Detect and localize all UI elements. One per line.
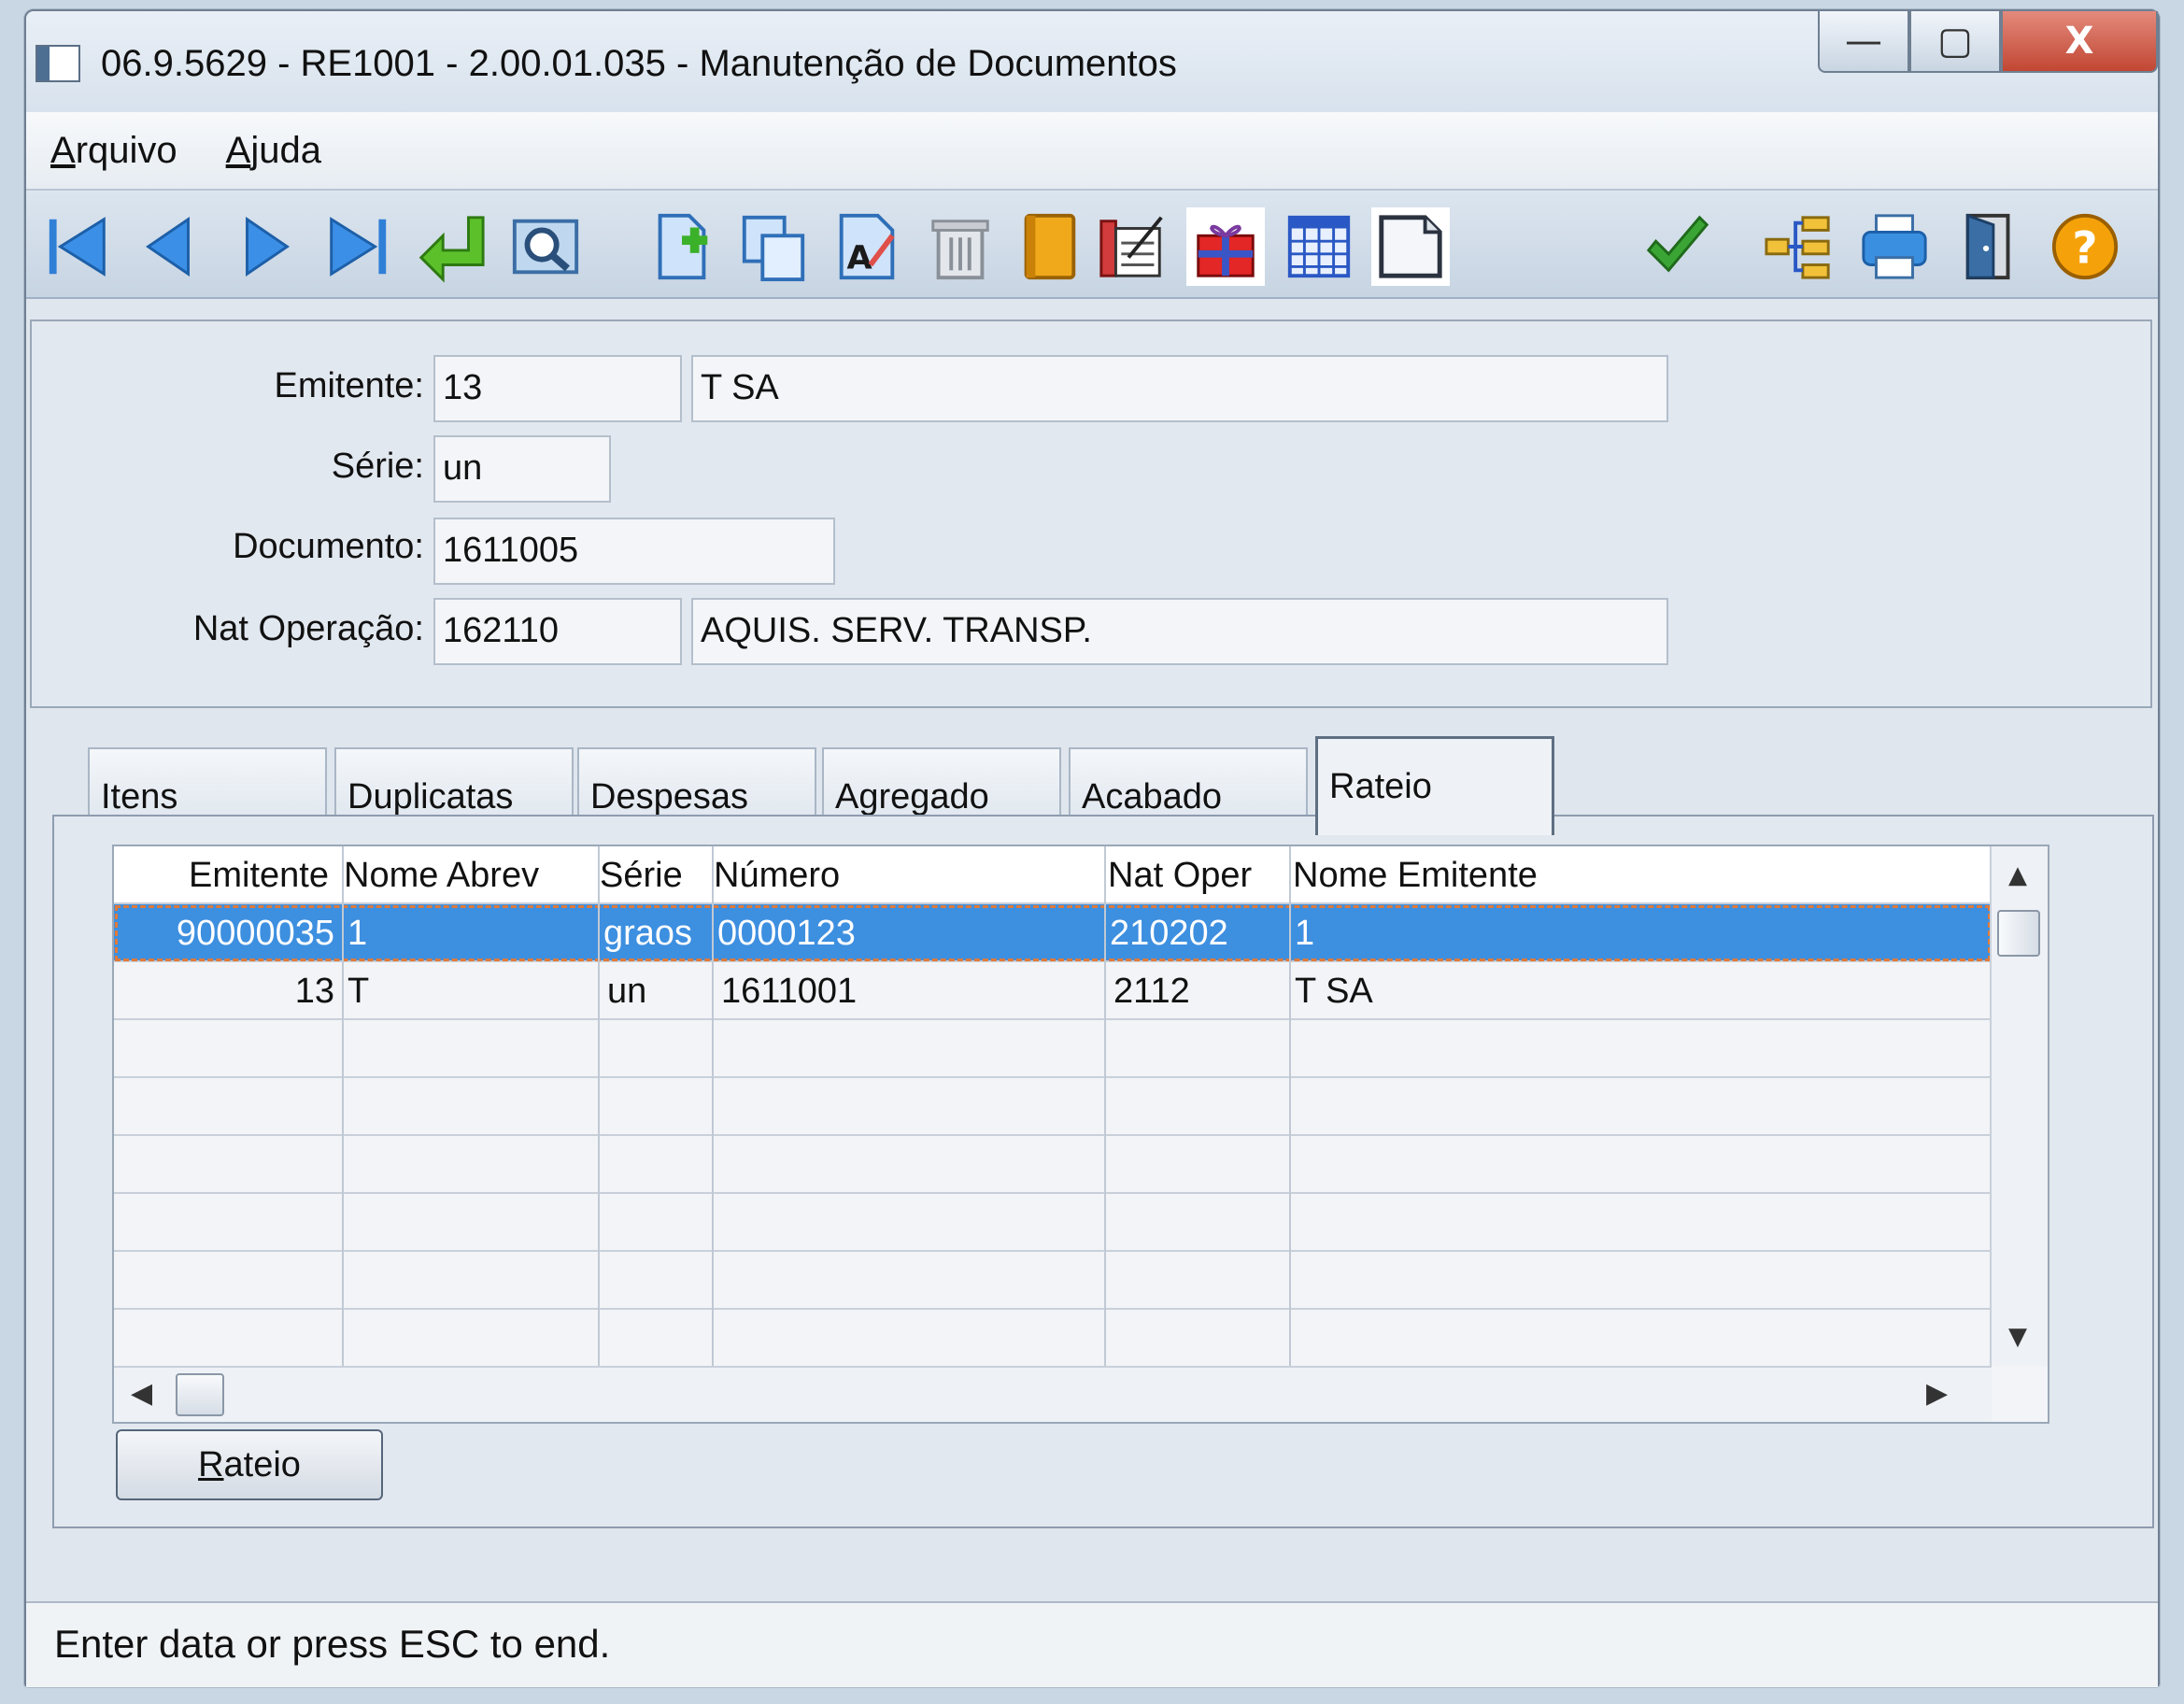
vertical-scroll-thumb[interactable] bbox=[1997, 910, 2040, 957]
tab-rateio[interactable]: Rateio bbox=[1315, 736, 1554, 835]
grid-body: 90000035 1 graos 0000123 210202 1 13 T u… bbox=[114, 904, 1992, 1368]
cell-emitente: 13 bbox=[294, 972, 334, 1011]
grid-icon[interactable] bbox=[1280, 207, 1358, 286]
cell-serie: un bbox=[607, 972, 647, 1011]
exit-icon[interactable] bbox=[1950, 207, 2029, 286]
emitente-name-field[interactable]: T SA bbox=[691, 355, 1668, 422]
delete-icon[interactable] bbox=[921, 207, 1000, 286]
emitente-label: Emitente: bbox=[274, 366, 424, 405]
toolbar: A ? bbox=[26, 192, 2158, 299]
column-header-numero[interactable]: Número bbox=[714, 856, 840, 896]
table-row[interactable] bbox=[114, 1136, 1992, 1194]
column-divider bbox=[712, 846, 714, 1366]
first-record-icon[interactable] bbox=[39, 207, 118, 286]
goto-icon[interactable] bbox=[411, 207, 489, 286]
document-header-panel: Emitente: 13 T SA Série: un Documento: 1… bbox=[30, 320, 2152, 708]
column-divider bbox=[342, 846, 344, 1366]
column-header-serie[interactable]: Série bbox=[600, 856, 683, 896]
table-row[interactable] bbox=[114, 1194, 1992, 1252]
notes-icon[interactable] bbox=[1093, 207, 1171, 286]
grid-header: Emitente Nome Abrev Série Número Nat Ope… bbox=[114, 846, 1992, 904]
documento-label: Documento: bbox=[233, 527, 424, 566]
cell-nat-oper: 2112 bbox=[1113, 972, 1190, 1011]
nat-operacao-label: Nat Operação: bbox=[192, 609, 424, 648]
table-row[interactable] bbox=[114, 1020, 1992, 1078]
tree-icon[interactable] bbox=[1760, 207, 1838, 286]
cell-nome-abrev: T bbox=[347, 972, 370, 1011]
horizontal-scroll-thumb[interactable] bbox=[176, 1373, 224, 1416]
cell-emitente: 90000035 bbox=[176, 914, 334, 953]
cell-nome-emitente: 1 bbox=[1295, 914, 1315, 953]
print-icon[interactable] bbox=[1855, 207, 1934, 286]
documento-field[interactable]: 1611005 bbox=[433, 518, 835, 585]
gift-icon[interactable] bbox=[1186, 207, 1265, 286]
book-icon[interactable] bbox=[1009, 207, 1087, 286]
blank-page-icon[interactable] bbox=[1371, 207, 1450, 286]
column-header-nat-oper[interactable]: Nat Oper bbox=[1108, 856, 1252, 896]
cell-nat-oper: 210202 bbox=[1110, 914, 1228, 953]
menu-arquivo[interactable]: Arquivo bbox=[50, 130, 177, 172]
nat-operacao-desc-field[interactable]: AQUIS. SERV. TRANSP. bbox=[691, 598, 1668, 665]
cell-nome-abrev: 1 bbox=[347, 914, 368, 953]
svg-text:A: A bbox=[847, 238, 872, 277]
table-row[interactable] bbox=[114, 1252, 1992, 1310]
cell-numero: 1611001 bbox=[721, 972, 858, 1011]
vertical-scrollbar[interactable]: ▲ ▼ bbox=[1990, 846, 2048, 1366]
window-controls: — ▢ X bbox=[1818, 11, 2158, 78]
column-divider bbox=[1289, 846, 1291, 1366]
table-row[interactable]: 13 T un 1611001 2112 T SA bbox=[114, 962, 1992, 1020]
cell-serie: graos bbox=[603, 914, 693, 953]
confirm-icon[interactable] bbox=[1638, 207, 1717, 286]
status-bar: Enter data or press ESC to end. bbox=[26, 1601, 2158, 1687]
title-bar: 06.9.5629 - RE1001 - 2.00.01.035 - Manut… bbox=[26, 11, 2158, 112]
table-row[interactable]: 90000035 1 graos 0000123 210202 1 bbox=[114, 904, 1992, 962]
tab-itens[interactable]: Itens bbox=[88, 747, 327, 824]
close-button[interactable]: X bbox=[2001, 11, 2158, 73]
cell-numero: 0000123 bbox=[717, 914, 856, 953]
next-record-icon[interactable] bbox=[226, 207, 305, 286]
svg-text:?: ? bbox=[2072, 224, 2097, 275]
nat-operacao-code-field[interactable]: 162110 bbox=[433, 598, 682, 665]
scroll-right-icon[interactable]: ▶ bbox=[1926, 1377, 1948, 1410]
tab-despesas[interactable]: Despesas bbox=[577, 747, 816, 824]
table-row[interactable] bbox=[114, 1310, 1992, 1368]
main-window: 06.9.5629 - RE1001 - 2.00.01.035 - Manut… bbox=[24, 9, 2160, 1687]
help-icon[interactable]: ? bbox=[2046, 207, 2124, 286]
scroll-left-icon[interactable]: ◀ bbox=[131, 1377, 152, 1410]
emitente-code-field[interactable]: 13 bbox=[433, 355, 682, 422]
new-icon[interactable] bbox=[643, 207, 721, 286]
column-header-nome-abrev[interactable]: Nome Abrev bbox=[344, 856, 539, 896]
tab-duplicatas[interactable]: Duplicatas bbox=[334, 747, 574, 824]
previous-record-icon[interactable] bbox=[131, 207, 209, 286]
tab-acabado[interactable]: Acabado bbox=[1069, 747, 1308, 824]
maximize-button[interactable]: ▢ bbox=[1909, 11, 2001, 73]
rateio-grid[interactable]: Emitente Nome Abrev Série Número Nat Ope… bbox=[112, 845, 2049, 1424]
app-icon bbox=[35, 45, 80, 82]
serie-field[interactable]: un bbox=[433, 435, 611, 503]
column-header-emitente[interactable]: Emitente bbox=[189, 856, 329, 896]
column-header-nome-emitente[interactable]: Nome Emitente bbox=[1293, 856, 1538, 896]
menu-bar: Arquivo Ajuda bbox=[26, 112, 2158, 191]
rateio-button[interactable]: Rateio bbox=[116, 1429, 383, 1500]
serie-label: Série: bbox=[331, 447, 424, 486]
edit-icon[interactable]: A bbox=[828, 207, 906, 286]
scroll-up-icon[interactable]: ▲ bbox=[2008, 861, 2027, 889]
scroll-down-icon[interactable]: ▼ bbox=[2008, 1323, 2027, 1351]
horizontal-scrollbar[interactable]: ◀ ▶ bbox=[114, 1366, 1992, 1422]
search-icon[interactable] bbox=[506, 207, 585, 286]
cell-nome-emitente: T SA bbox=[1295, 972, 1373, 1011]
last-record-icon[interactable] bbox=[318, 207, 396, 286]
column-divider bbox=[598, 846, 600, 1366]
table-row[interactable] bbox=[114, 1078, 1992, 1136]
menu-ajuda[interactable]: Ajuda bbox=[226, 130, 321, 172]
window-title: 06.9.5629 - RE1001 - 2.00.01.035 - Manut… bbox=[101, 43, 1177, 84]
tab-agregado[interactable]: Agregado bbox=[822, 747, 1061, 824]
copy-icon[interactable] bbox=[734, 207, 813, 286]
column-divider bbox=[1104, 846, 1106, 1366]
minimize-button[interactable]: — bbox=[1818, 11, 1909, 73]
